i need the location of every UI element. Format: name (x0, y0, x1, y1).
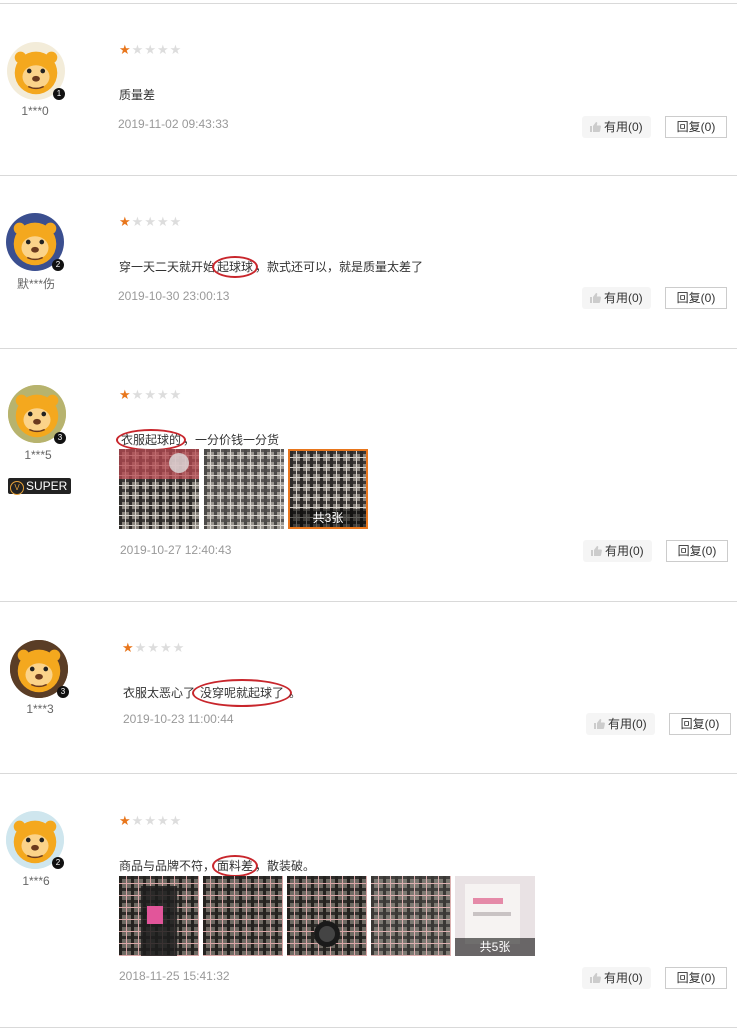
star-rating: ★★★★★ (122, 641, 185, 655)
reply-button[interactable]: 回复(0) (666, 540, 728, 562)
useful-button[interactable]: 有用(0) (582, 287, 651, 309)
review-photo[interactable] (204, 449, 284, 529)
star-rating: ★★★★★ (119, 388, 182, 402)
review-text: 质量差 (119, 88, 156, 102)
star-icon: ★ (119, 42, 132, 57)
star-icon: ★ (169, 42, 183, 57)
star-icon: ★ (169, 813, 183, 828)
review-date: 2019-11-02 09:43:33 (118, 117, 229, 131)
star-icon: ★ (131, 813, 145, 828)
review-item: 2 默***伤 ★★★★★ 穿一天二天就开始 起球球 ，款式还可以，就是质量太差了 … (0, 175, 737, 347)
thumbs-up-icon (590, 973, 601, 983)
star-icon: ★ (147, 640, 160, 655)
star-icon: ★ (119, 387, 132, 402)
review-content: 商品与品牌不符， 面料差 ，散装破。 (119, 855, 316, 877)
review-content: 质量差 (119, 86, 155, 103)
review-text-highlight: 面料差 (212, 855, 259, 877)
review-date: 2018-11-25 15:41:32 (119, 969, 230, 983)
thumbs-up-icon (591, 546, 602, 556)
star-icon: ★ (144, 214, 157, 229)
star-icon: ★ (144, 42, 157, 57)
thumbs-up-icon (590, 293, 601, 303)
star-icon: ★ (172, 640, 186, 655)
star-icon: ★ (119, 813, 132, 828)
review-text-after: ，散装破。 (255, 859, 316, 873)
review-photo[interactable]: 共3张 (288, 449, 368, 529)
username: 1***6 (22, 874, 50, 888)
username: 1***3 (26, 702, 54, 716)
review-text-highlight: 没穿呢就起球了 (192, 679, 293, 707)
reply-button[interactable]: 回复(0) (665, 967, 727, 989)
review-text-before: 商品与品牌不符， (119, 859, 216, 873)
level-badge-icon: 2 (52, 857, 64, 869)
star-icon: ★ (156, 813, 170, 828)
review-text-highlight: 衣服起球的 (116, 429, 187, 451)
username: 1***5 (24, 448, 52, 462)
review-photo[interactable] (119, 449, 199, 529)
review-item: 1 1***0 ★★★★★ 质量差 2019-11-02 09:43:33 有用… (0, 3, 737, 175)
review-photo[interactable] (203, 876, 283, 956)
level-badge-icon: 2 (52, 259, 64, 271)
super-member-badge: V SUPER (8, 478, 72, 495)
star-icon: ★ (169, 387, 183, 402)
star-icon: ★ (131, 42, 145, 57)
star-icon: ★ (131, 387, 145, 402)
review-content: 衣服太恶心了 没穿呢就起球了。 (123, 679, 302, 707)
review-photo[interactable] (119, 876, 199, 956)
review-text-highlight: 起球球 (212, 256, 259, 278)
level-badge-icon: 3 (54, 432, 66, 444)
review-photo[interactable]: 共5张 (455, 876, 535, 956)
useful-button[interactable]: 有用(0) (586, 713, 655, 735)
review-text-after: ，款式还可以，就是质量太差了 (255, 260, 424, 274)
username: 1***0 (21, 104, 49, 118)
review-text-after: ，一分价钱一分货 (183, 433, 280, 447)
username: 默***伤 (16, 277, 55, 291)
star-icon: ★ (134, 640, 148, 655)
star-rating: ★★★★★ (119, 215, 182, 229)
star-icon: ★ (144, 813, 157, 828)
review-text-after: 。 (289, 686, 302, 700)
star-icon: ★ (119, 214, 132, 229)
useful-button[interactable]: 有用(0) (582, 116, 651, 138)
useful-button[interactable]: 有用(0) (583, 540, 652, 562)
useful-button[interactable]: 有用(0) (582, 967, 651, 989)
star-icon: ★ (144, 387, 157, 402)
review-item: 3 1***5 V SUPER ★★★★★ 衣服起球的 ，一分价钱一分货 共3张 2… (0, 348, 737, 602)
review-date: 2019-10-27 12:40:43 (120, 543, 232, 557)
thumbs-up-icon (590, 122, 601, 132)
photo-count-label: 共5张 (455, 938, 535, 956)
review-item: 3 1***3 ★★★★★ 衣服太恶心了 没穿呢就起球了。 2019-10-23 … (0, 601, 737, 773)
review-photo[interactable] (371, 876, 451, 956)
star-icon: ★ (156, 42, 170, 57)
star-icon: ★ (156, 387, 170, 402)
star-icon: ★ (169, 214, 183, 229)
review-text-before: 穿一天二天就开始 (119, 260, 216, 274)
review-content: 穿一天二天就开始 起球球 ，款式还可以，就是质量太差了 (119, 256, 424, 278)
level-badge-icon: 1 (53, 88, 65, 100)
super-member-icon: V (10, 481, 24, 495)
star-rating: ★★★★★ (119, 43, 182, 57)
reply-button[interactable]: 回复(0) (665, 287, 727, 309)
star-icon: ★ (159, 640, 173, 655)
star-icon: ★ (156, 214, 170, 229)
photo-count-label: 共3张 (290, 509, 366, 527)
review-date: 2019-10-23 11:00:44 (123, 712, 234, 726)
reply-button[interactable]: 回复(0) (669, 713, 731, 735)
thumbs-up-icon (594, 719, 605, 729)
review-item: 2 1***6 ★★★★★ 商品与品牌不符， 面料差 ，散装破。 共5张 2018-… (0, 773, 737, 1028)
star-rating: ★★★★★ (119, 814, 182, 828)
star-icon: ★ (131, 214, 145, 229)
review-date: 2019-10-30 23:00:13 (118, 289, 230, 303)
review-photo[interactable] (287, 876, 367, 956)
review-content: 衣服起球的 ，一分价钱一分货 (116, 429, 280, 451)
level-badge-icon: 3 (57, 686, 69, 698)
reply-button[interactable]: 回复(0) (665, 116, 727, 138)
star-icon: ★ (122, 640, 135, 655)
review-text-before: 衣服太恶心了 (123, 686, 196, 700)
